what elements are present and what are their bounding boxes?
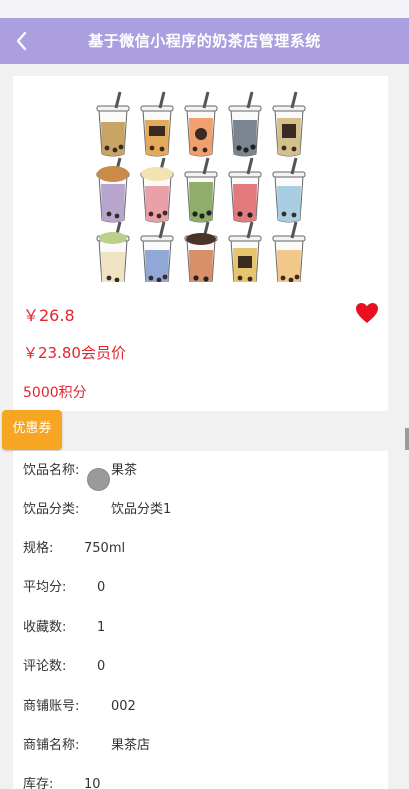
- detail-label: 规格:: [23, 541, 54, 556]
- chevron-left-icon[interactable]: [12, 27, 32, 55]
- scrollbar-handle[interactable]: [405, 428, 409, 450]
- detail-value: 1: [97, 620, 106, 635]
- detail-row-stock: 库存: 10: [23, 775, 101, 789]
- coupon-button[interactable]: 优惠券: [2, 410, 62, 450]
- detail-label: 库存:: [23, 777, 54, 789]
- product-price: ￥26.8: [23, 306, 75, 325]
- detail-label: 商铺名称:: [23, 738, 80, 753]
- detail-row-shop-account: 商铺账号: 002: [23, 697, 136, 717]
- detail-row-shop-name: 商铺名称: 果茶店: [23, 736, 150, 756]
- detail-value: 750ml: [84, 541, 126, 556]
- detail-value: 果茶: [111, 463, 138, 478]
- detail-value: 10: [84, 777, 101, 789]
- detail-label: 收藏数:: [23, 620, 67, 635]
- detail-row-category: 饮品分类: 饮品分类1: [23, 500, 171, 520]
- touch-indicator: [87, 468, 110, 491]
- detail-row-comments: 评论数: 0: [23, 657, 105, 677]
- heart-icon[interactable]: [355, 302, 379, 324]
- product-image: [95, 90, 307, 282]
- points-value: 5000积分: [23, 385, 87, 401]
- detail-value: 饮品分类1: [111, 502, 172, 517]
- detail-label: 商铺账号:: [23, 699, 80, 714]
- detail-row-name: 饮品名称: 果茶: [23, 461, 137, 481]
- member-price: ￥23.80会员价: [23, 344, 126, 362]
- detail-label: 平均分:: [23, 580, 67, 595]
- detail-row-favorites: 收藏数: 1: [23, 618, 105, 638]
- details-card: 饮品名称: 果茶 饮品分类: 饮品分类1 规格: 750ml 平均分: 0 收藏…: [13, 451, 388, 789]
- detail-label: 饮品分类:: [23, 502, 80, 517]
- page-title: 基于微信小程序的奶茶店管理系统: [88, 32, 321, 50]
- detail-label: 饮品名称:: [23, 463, 80, 478]
- detail-value: 002: [111, 699, 136, 714]
- detail-value: 0: [97, 659, 106, 674]
- header-bar: 基于微信小程序的奶茶店管理系统: [0, 0, 409, 82]
- detail-row-spec: 规格: 750ml: [23, 539, 125, 559]
- detail-value: 0: [97, 580, 106, 595]
- product-card: ￥26.8 ￥23.80会员价 5000积分: [13, 76, 388, 411]
- detail-label: 评论数:: [23, 659, 67, 674]
- detail-row-rating: 平均分: 0: [23, 578, 105, 598]
- detail-value: 果茶店: [111, 738, 151, 753]
